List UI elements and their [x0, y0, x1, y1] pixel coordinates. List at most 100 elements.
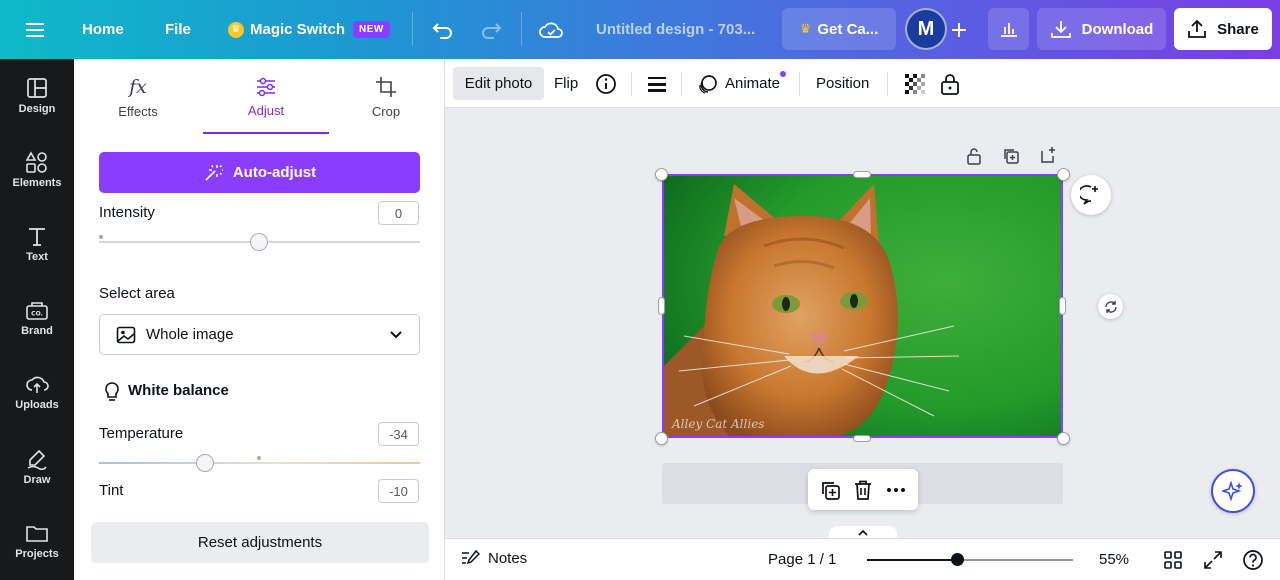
rail-item-draw[interactable]: Draw: [0, 434, 74, 500]
select-area-dropdown[interactable]: Whole image: [99, 314, 420, 355]
temperature-slider-knob[interactable]: [196, 454, 214, 472]
auto-adjust-label: Auto-adjust: [232, 164, 317, 181]
duplicate-icon[interactable]: [1002, 147, 1020, 165]
trash-icon[interactable]: [852, 479, 874, 501]
cat-photo[interactable]: Alley Cat Allies: [662, 174, 1063, 438]
get-canva-pro-button[interactable]: ♛ Get Ca...: [782, 8, 896, 50]
file-menu[interactable]: File: [165, 0, 191, 59]
rail-item-brand[interactable]: CO. Brand: [0, 285, 74, 351]
lock-icon: [941, 73, 959, 95]
position-button[interactable]: Position: [816, 67, 869, 100]
auto-adjust-button[interactable]: Auto-adjust: [99, 152, 420, 193]
resize-handle-right[interactable]: [1059, 297, 1066, 315]
animate-button[interactable]: Animate: [697, 67, 787, 100]
add-page-icon[interactable]: [1039, 146, 1057, 164]
notes-label: Notes: [488, 549, 528, 567]
zoom-level[interactable]: 55%: [1099, 551, 1129, 568]
rail-item-label: Design: [18, 103, 56, 115]
magic-switch-label: Magic Switch: [250, 21, 346, 38]
undo-button[interactable]: [432, 0, 454, 59]
notes-button[interactable]: Notes: [460, 549, 527, 567]
magic-wand-icon: [205, 164, 223, 181]
resize-handle-bottom[interactable]: [853, 435, 871, 442]
info-button[interactable]: [595, 67, 617, 100]
cat-illustration: [664, 176, 1061, 436]
temperature-slider-track[interactable]: [99, 462, 420, 464]
select-area-label: Select area: [99, 285, 175, 302]
rail-item-label: Projects: [15, 548, 59, 560]
tab-adjust[interactable]: Adjust: [203, 59, 329, 135]
text-t-icon: [29, 228, 45, 246]
sparkle-icon: [1222, 480, 1243, 502]
svg-text:CO.: CO.: [31, 311, 43, 318]
chevron-down-icon: [390, 330, 402, 338]
download-button[interactable]: Download: [1037, 8, 1166, 50]
share-button[interactable]: Share: [1174, 8, 1272, 50]
rail-item-label: Draw: [23, 474, 51, 486]
resize-handle-bottom-left[interactable]: [655, 432, 668, 445]
add-comment-button[interactable]: [1071, 175, 1111, 215]
context-toolbar: Edit photo Flip Animate Position: [445, 59, 1280, 108]
border-lines-icon: [648, 76, 666, 92]
more-horizontal-icon[interactable]: [885, 479, 907, 501]
redo-icon: [482, 22, 502, 39]
sliders-icon: [257, 77, 275, 96]
home-link[interactable]: Home: [82, 0, 124, 59]
resize-handle-left[interactable]: [658, 297, 665, 315]
active-tab-indicator: [203, 132, 329, 134]
expand-icon: [1204, 551, 1222, 569]
transparency-button[interactable]: [904, 67, 926, 100]
grid-view-button[interactable]: [1163, 550, 1183, 574]
rail-item-uploads[interactable]: Uploads: [0, 359, 74, 425]
rail-item-design[interactable]: Design: [0, 63, 74, 129]
magic-assistant-button[interactable]: [1211, 469, 1255, 513]
animate-icon: [699, 74, 717, 94]
resize-handle-top[interactable]: [853, 171, 871, 178]
intensity-slider-knob[interactable]: [250, 233, 268, 251]
magic-switch-button[interactable]: ♛ Magic Switch NEW: [228, 0, 390, 59]
crop-icon: [376, 76, 396, 97]
fullscreen-button[interactable]: [1203, 550, 1223, 574]
rail-item-projects[interactable]: Projects: [0, 508, 74, 574]
tab-crop[interactable]: Crop: [332, 59, 440, 135]
resize-handle-top-left[interactable]: [655, 168, 668, 181]
draw-pen-icon: [27, 449, 47, 470]
page-indicator[interactable]: Page 1 / 1: [768, 551, 836, 568]
duplicate-icon[interactable]: [819, 479, 841, 501]
left-rail: Design Elements Text CO. Brand Uploads D…: [0, 59, 74, 580]
invite-button[interactable]: [950, 0, 968, 59]
brand-kit-icon: CO.: [26, 302, 48, 320]
download-icon: [1050, 21, 1071, 38]
rail-item-elements[interactable]: Elements: [0, 137, 74, 203]
border-style-button[interactable]: [647, 67, 667, 100]
document-title[interactable]: Untitled design - 703...: [596, 0, 755, 59]
intensity-value[interactable]: 0: [378, 201, 419, 225]
rotate-icon: [1104, 300, 1117, 313]
help-button[interactable]: [1242, 549, 1264, 575]
bar-chart-icon: [1000, 23, 1017, 37]
lightbulb-icon: [105, 382, 119, 401]
tab-effects[interactable]: fx Effects: [85, 59, 191, 135]
resize-handle-top-right[interactable]: [1057, 168, 1070, 181]
lock-button[interactable]: [940, 67, 960, 100]
avatar[interactable]: M: [905, 8, 947, 50]
flip-button[interactable]: Flip: [554, 67, 578, 100]
zoom-slider-knob[interactable]: [951, 553, 964, 566]
zoom-slider-fill: [867, 559, 957, 561]
resize-handle-bottom-right[interactable]: [1057, 432, 1070, 445]
insights-button[interactable]: [988, 8, 1029, 50]
lock-icon[interactable]: [965, 147, 983, 165]
edit-photo-button[interactable]: Edit photo: [453, 67, 544, 100]
chevron-up-icon: [858, 529, 868, 536]
download-label: Download: [1081, 20, 1154, 38]
tint-value[interactable]: -10: [378, 479, 419, 503]
image-icon: [116, 326, 136, 343]
cloud-save-status[interactable]: [539, 0, 563, 59]
menu-button[interactable]: [26, 0, 46, 59]
temperature-value[interactable]: -34: [378, 422, 419, 446]
rail-item-text[interactable]: Text: [0, 211, 74, 277]
rotate-button[interactable]: [1098, 294, 1123, 319]
reset-adjustments-button[interactable]: Reset adjustments: [91, 522, 429, 563]
top-bar: Home File ♛ Magic Switch NEW Untitled de…: [0, 0, 1280, 59]
redo-button[interactable]: [480, 0, 502, 59]
